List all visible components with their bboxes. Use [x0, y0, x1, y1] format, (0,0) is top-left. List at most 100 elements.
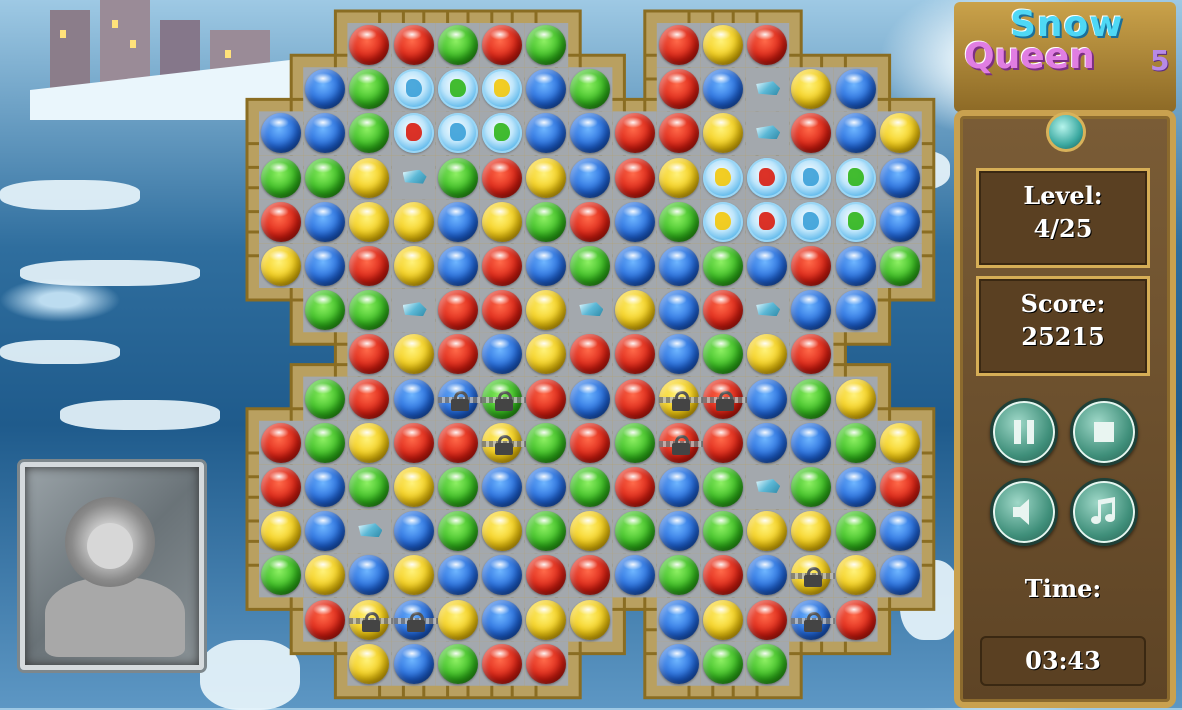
ball-blue[interactable]: [879, 555, 920, 596]
ball-red[interactable]: [835, 599, 876, 640]
ball-blue[interactable]: [879, 157, 920, 198]
ball-red[interactable]: [482, 246, 522, 286]
ball-green[interactable]: [349, 69, 390, 110]
board-cell[interactable]: [480, 598, 524, 642]
board-cell[interactable]: [701, 23, 745, 67]
board-cell[interactable]: [524, 642, 568, 686]
board-cell[interactable]: [834, 156, 878, 200]
ball-yellow[interactable]: [393, 246, 434, 286]
ball-blue[interactable]: [526, 467, 567, 507]
ball-blue[interactable]: [658, 599, 699, 640]
board-cell[interactable]: [878, 111, 922, 155]
ball-green[interactable]: [570, 467, 611, 507]
board-cell[interactable]: [347, 23, 391, 67]
ball-yellow[interactable]: [393, 201, 434, 242]
board-cell[interactable]: [745, 421, 789, 465]
ball-green[interactable]: [658, 555, 699, 596]
board-cell[interactable]: [436, 244, 480, 288]
locked-ball[interactable]: [703, 378, 747, 419]
board-cell[interactable]: [878, 421, 922, 465]
board-cell[interactable]: [834, 200, 878, 244]
board-cell[interactable]: [789, 200, 833, 244]
ball-yellow[interactable]: [526, 334, 567, 375]
board-cell[interactable]: [834, 244, 878, 288]
board-cell[interactable]: [347, 288, 391, 332]
board-cell[interactable]: [303, 244, 347, 288]
ball-red[interactable]: [614, 334, 655, 375]
ball-green[interactable]: [437, 643, 478, 684]
board-cell[interactable]: [789, 377, 833, 421]
ball-blue[interactable]: [747, 378, 788, 419]
board-cell[interactable]: [392, 598, 438, 642]
ball-green[interactable]: [835, 511, 876, 552]
ball-red[interactable]: [482, 25, 522, 65]
board-cell[interactable]: [392, 111, 436, 155]
board-cell[interactable]: [436, 421, 480, 465]
board-cell[interactable]: [524, 509, 568, 553]
board-cell[interactable]: [613, 332, 657, 376]
board-cell[interactable]: [568, 553, 612, 597]
ball-red[interactable]: [614, 467, 655, 507]
ball-yellow[interactable]: [703, 599, 743, 640]
board-cell[interactable]: [524, 67, 568, 111]
ball-green[interactable]: [261, 157, 301, 198]
board-cell[interactable]: [568, 200, 612, 244]
board-cell[interactable]: [701, 553, 745, 597]
board-cell[interactable]: [834, 465, 878, 509]
ball-red[interactable]: [349, 378, 390, 419]
ball-blue[interactable]: [305, 246, 346, 286]
ball-yellow[interactable]: [703, 25, 743, 65]
board-cell[interactable]: [878, 465, 922, 509]
ball-red[interactable]: [261, 467, 301, 507]
board-cell[interactable]: [701, 642, 745, 686]
board-cell[interactable]: [436, 23, 480, 67]
board-cell[interactable]: [480, 377, 526, 421]
ball-red[interactable]: [437, 334, 478, 375]
locked-ball[interactable]: [349, 599, 394, 640]
board-cell[interactable]: [701, 200, 745, 244]
ball-yellow[interactable]: [658, 157, 699, 198]
ball-blue[interactable]: [658, 290, 699, 331]
board-cell[interactable]: [524, 553, 568, 597]
board-cell[interactable]: [745, 200, 789, 244]
ball-blue[interactable]: [835, 246, 876, 286]
ball-green[interactable]: [791, 467, 832, 507]
board-cell[interactable]: [657, 465, 701, 509]
ball-yellow[interactable]: [526, 599, 567, 640]
ball-green[interactable]: [526, 25, 567, 65]
board-cell[interactable]: [789, 598, 836, 642]
ball-green[interactable]: [526, 201, 567, 242]
frozen-ball[interactable]: [703, 201, 743, 242]
board-cell[interactable]: [480, 421, 526, 465]
board-cell[interactable]: [568, 67, 612, 111]
board-cell[interactable]: [347, 332, 391, 376]
ball-yellow[interactable]: [261, 511, 301, 552]
ball-red[interactable]: [526, 378, 567, 419]
ball-red[interactable]: [703, 290, 743, 331]
ball-blue[interactable]: [437, 555, 478, 596]
board-cell[interactable]: [480, 332, 524, 376]
ball-blue[interactable]: [570, 378, 611, 419]
ball-blue[interactable]: [526, 69, 567, 110]
board-cell[interactable]: [347, 553, 391, 597]
board-cell[interactable]: [259, 421, 303, 465]
board-cell[interactable]: [568, 332, 612, 376]
board-cell[interactable]: [613, 553, 657, 597]
board-cell[interactable]: [436, 111, 480, 155]
ball-green[interactable]: [658, 201, 699, 242]
ball-red[interactable]: [791, 246, 832, 286]
board-cell[interactable]: [657, 377, 703, 421]
frozen-ball[interactable]: [482, 113, 522, 154]
ball-red[interactable]: [703, 555, 743, 596]
ball-blue[interactable]: [703, 69, 743, 110]
board-cell[interactable]: [657, 200, 701, 244]
board-cell[interactable]: [392, 377, 436, 421]
board-cell[interactable]: [436, 553, 480, 597]
ball-yellow[interactable]: [879, 422, 920, 463]
board-cell[interactable]: [524, 421, 568, 465]
board-cell[interactable]: [834, 421, 878, 465]
ball-red[interactable]: [482, 643, 522, 684]
ball-yellow[interactable]: [393, 334, 434, 375]
ball-green[interactable]: [261, 555, 301, 596]
ball-yellow[interactable]: [879, 113, 920, 154]
